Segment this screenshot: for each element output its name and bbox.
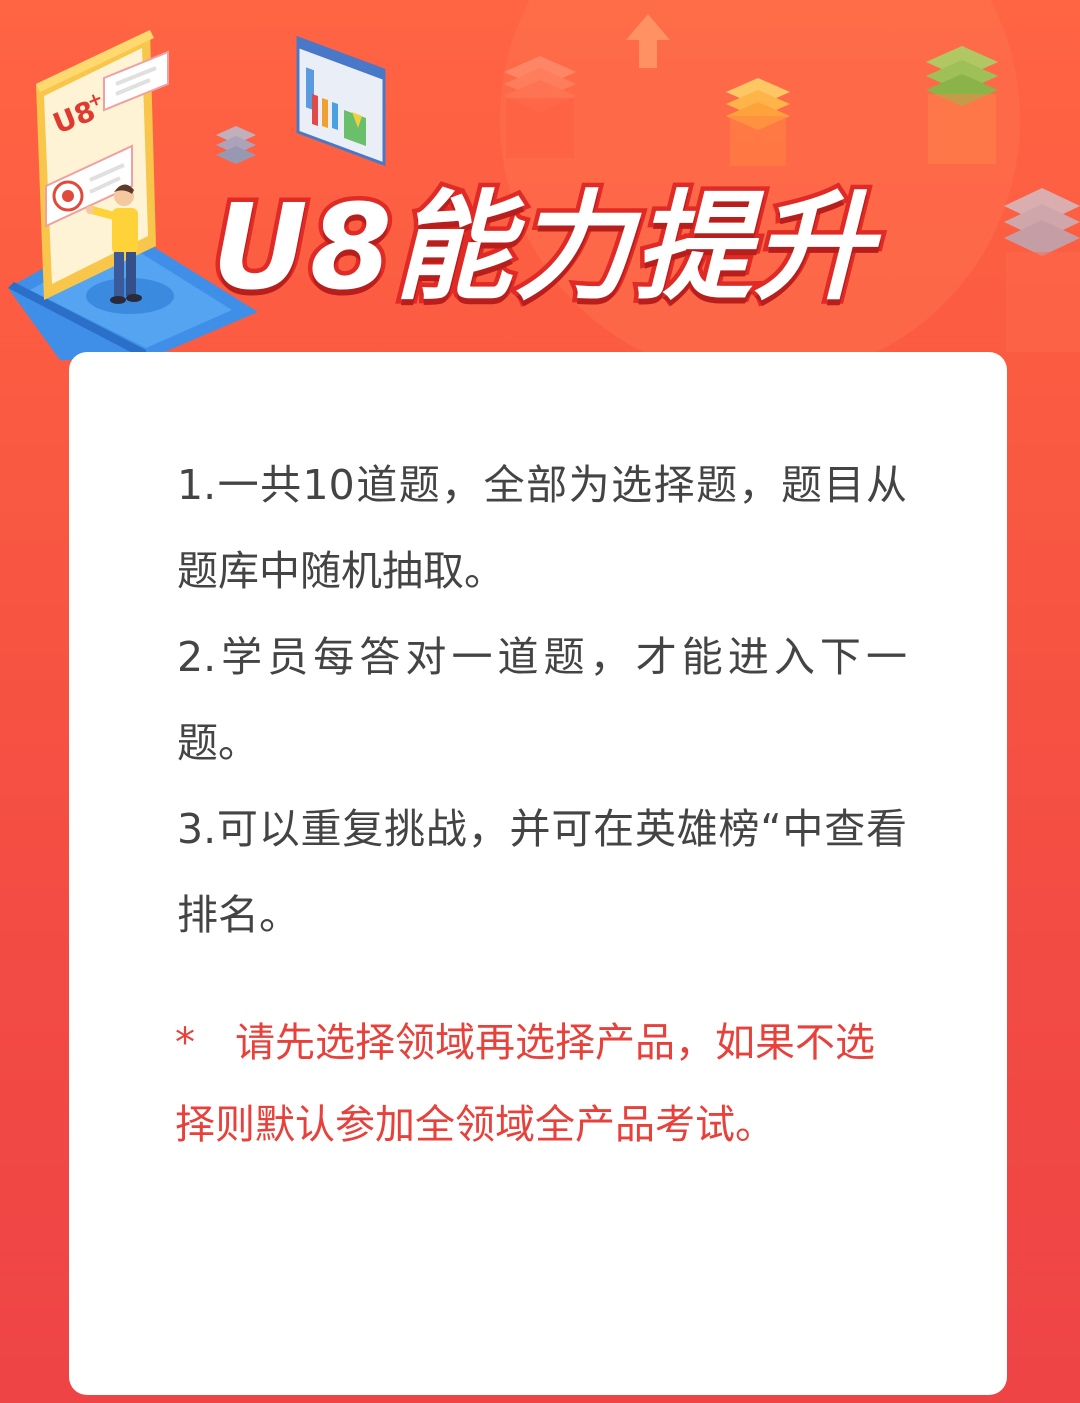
report-window-icon — [296, 35, 386, 167]
layer-stack-icon — [504, 56, 576, 158]
layer-stack-yellow-icon — [726, 78, 790, 166]
rules-card: 1.一共10道题，全部为选择题，题目从题库中随机抽取。 2.学员每答对一道题，才… — [69, 352, 1007, 1395]
hero-banner: U8 + U8能力提升 — [0, 0, 1080, 360]
rule-item: 2.学员每答对一道题，才能进入下一题。 — [177, 633, 907, 767]
rule-item: 3.可以重复挑战，并可在英雄榜“中查看排名。 — [177, 805, 907, 939]
rules-list: 1.一共10道题，全部为选择题，题目从题库中随机抽取。 2.学员每答对一道题，才… — [177, 442, 907, 958]
layer-stack-green-icon — [926, 46, 998, 164]
page-title-text: U8能力提升 — [208, 178, 877, 316]
selection-note: * 请先选择领域再选择产品，如果不选择则默认参加全领域全产品考试。 — [175, 1002, 907, 1166]
page-title: U8能力提升 — [208, 172, 912, 322]
small-stack-icon — [216, 126, 256, 164]
layer-stack-blue-icon — [1004, 188, 1080, 352]
note-star: * — [175, 1020, 195, 1066]
rule-item: 1.一共10道题，全部为选择题，题目从题库中随机抽取。 — [177, 461, 907, 595]
note-text: 请先选择领域再选择产品，如果不选择则默认参加全领域全产品考试。 — [175, 1020, 875, 1148]
